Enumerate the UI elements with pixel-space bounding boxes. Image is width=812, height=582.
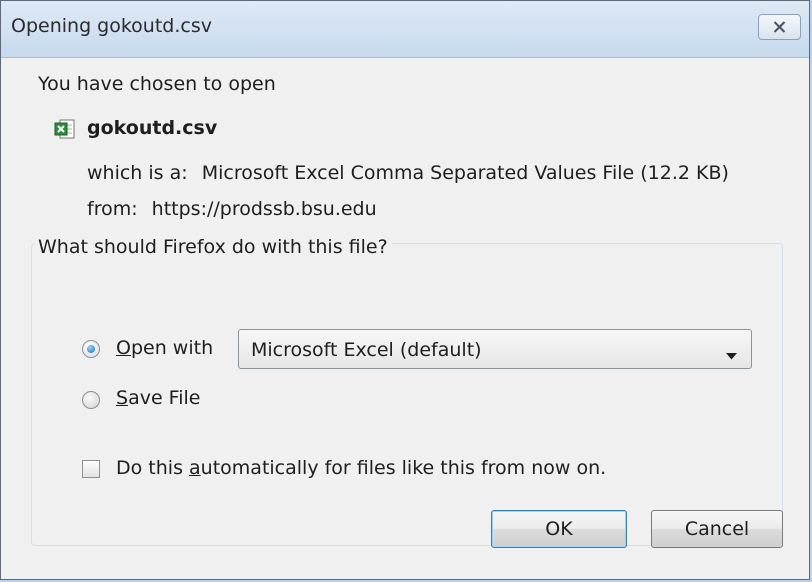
save-file-radio[interactable] <box>82 391 100 409</box>
file-type-value: Microsoft Excel Comma Separated Values F… <box>201 162 729 184</box>
file-type-row: which is a: Microsoft Excel Comma Separa… <box>87 162 729 184</box>
title-bar[interactable]: Opening gokoutd.csv <box>1 1 809 58</box>
save-file-label[interactable]: Save File <box>116 387 200 409</box>
auto-action-label-prefix: Do this <box>116 457 190 479</box>
open-with-radio[interactable] <box>82 340 100 358</box>
intro-text: You have chosen to open <box>38 73 276 95</box>
ok-button[interactable]: OK <box>491 510 627 548</box>
open-with-label[interactable]: Open with <box>116 337 213 359</box>
file-type-label: which is a: <box>87 162 188 184</box>
open-with-accel: O <box>116 337 131 359</box>
file-name: gokoutd.csv <box>87 117 218 139</box>
cancel-button[interactable]: Cancel <box>651 510 783 548</box>
auto-action-label-rest: utomatically for files like this from no… <box>200 457 607 479</box>
action-group: What should Firefox do with this file? O… <box>31 236 783 546</box>
save-file-label-rest: ave File <box>128 387 201 409</box>
open-with-app-select[interactable]: Microsoft Excel (default) <box>238 329 752 369</box>
chevron-down-icon <box>726 345 737 364</box>
open-with-app-value: Microsoft Excel (default) <box>251 339 482 361</box>
auto-action-label[interactable]: Do this automatically for files like thi… <box>116 457 606 479</box>
save-file-accel: S <box>116 387 129 409</box>
file-source-row: from: https://prodssb.bsu.edu <box>87 198 377 220</box>
window-title: Opening gokoutd.csv <box>11 15 212 37</box>
action-group-legend: What should Firefox do with this file? <box>34 236 392 258</box>
auto-action-accel: a <box>189 457 201 479</box>
dialog-content: You have chosen to open gokoutd.csv whic… <box>1 58 809 579</box>
file-source-value: https://prodssb.bsu.edu <box>151 198 377 220</box>
close-icon <box>773 21 786 33</box>
excel-file-icon <box>54 118 76 140</box>
auto-action-checkbox[interactable] <box>82 460 100 478</box>
close-button[interactable] <box>758 14 801 40</box>
file-download-dialog: Opening gokoutd.csv You have chosen to o… <box>0 0 810 580</box>
radio-selected-dot <box>87 345 95 353</box>
open-with-label-rest: pen with <box>130 337 214 359</box>
file-source-label: from: <box>87 198 138 220</box>
